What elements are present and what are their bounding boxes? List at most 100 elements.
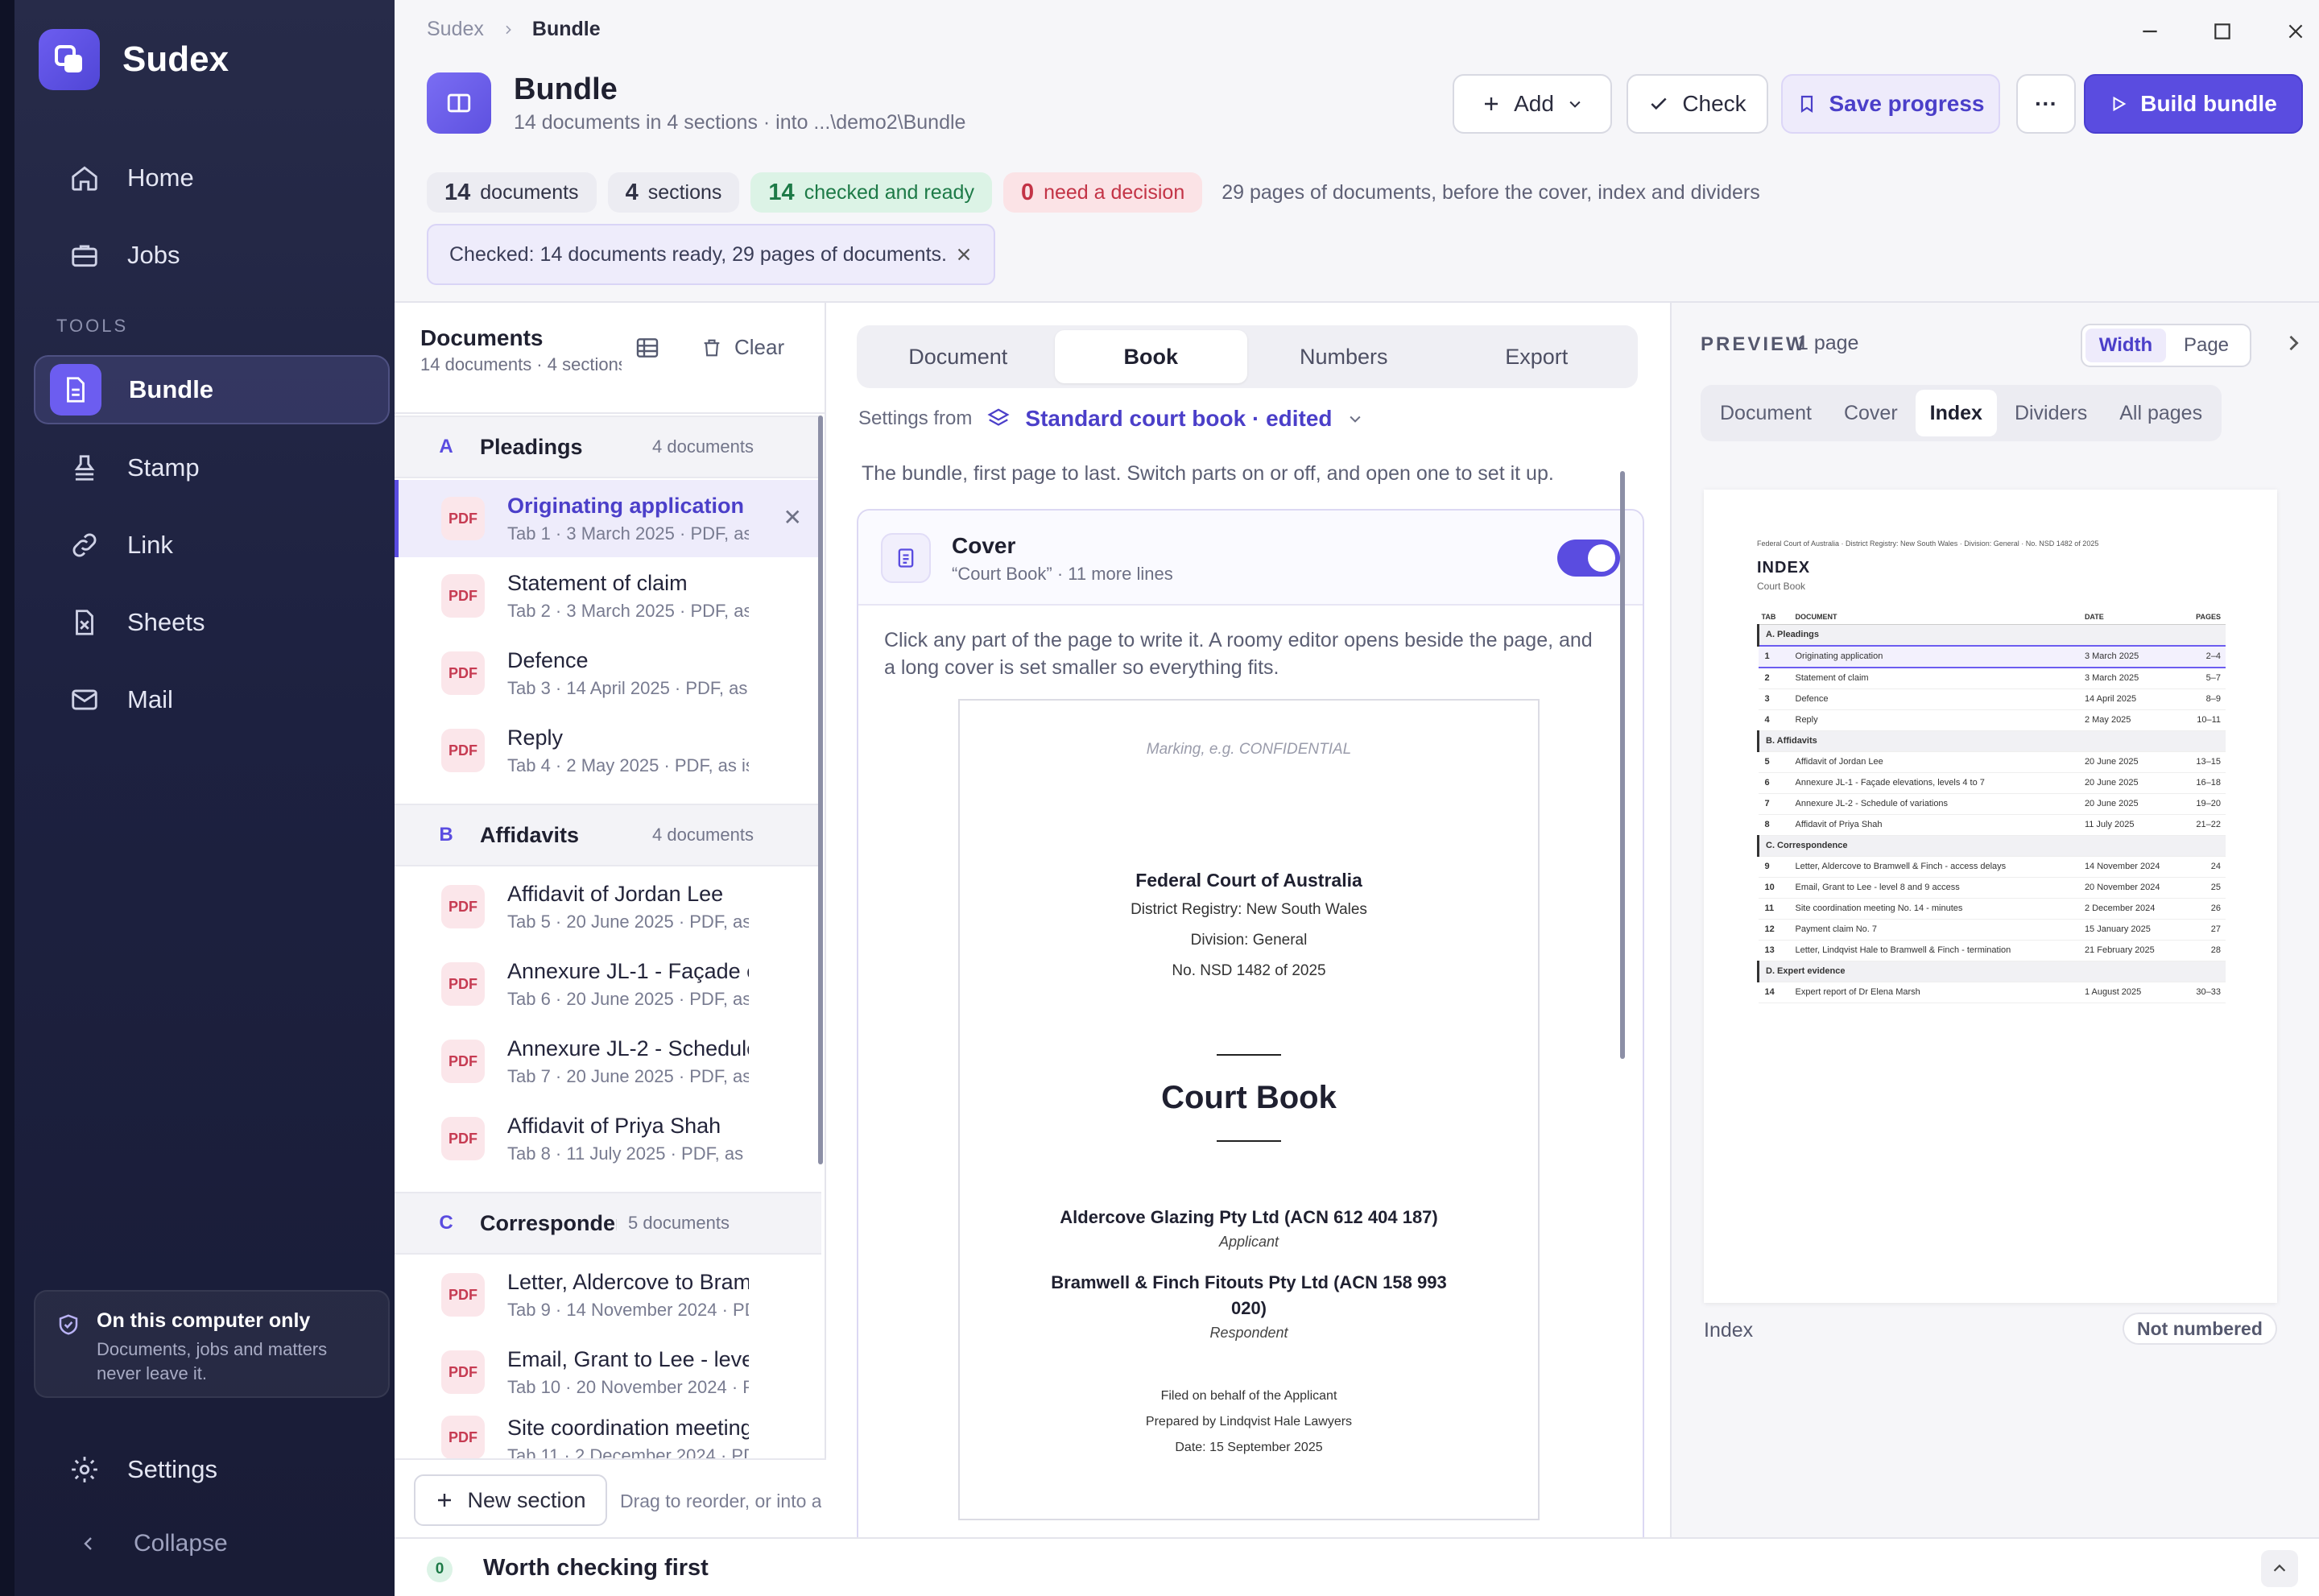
section-name: Correspondence xyxy=(480,1210,617,1235)
index-row: 9 Letter, Aldercove to Bramwell & Finch -… xyxy=(1758,856,2226,878)
index-cell-doc: Defence xyxy=(1795,688,2085,710)
cover-title-field[interactable]: Court Book xyxy=(960,1080,1538,1116)
section-count: 5 documents xyxy=(628,1213,730,1233)
cover-card-header[interactable]: Cover “Court Book” · 11 more lines xyxy=(858,511,1643,606)
collapse-button[interactable]: Collapse xyxy=(34,1530,228,1557)
settings-preset-select[interactable]: Standard court book · edited xyxy=(1025,406,1332,432)
document-row[interactable]: PDF Originating application Tab 1 · 3 Mar… xyxy=(395,480,821,557)
stamp-icon xyxy=(74,455,95,481)
cover-division-field[interactable]: Division: General xyxy=(960,932,1538,949)
preview-tab-index[interactable]: Index xyxy=(1915,390,1997,436)
cover-court-field[interactable]: Federal Court of Australia xyxy=(960,870,1538,891)
document-row[interactable]: PDF Statement of claim Tab 2 · 3 March 20… xyxy=(395,557,821,635)
cover-number-field[interactable]: No. NSD 1482 of 2025 xyxy=(960,962,1538,980)
cover-marking-field[interactable]: Marking, e.g. CONFIDENTIAL xyxy=(960,741,1538,759)
privacy-subtitle-1: Documents, jobs and matters xyxy=(97,1339,328,1359)
cover-respondent-field[interactable]: Bramwell & Finch Fitouts Pty Ltd (ACN 15… xyxy=(960,1270,1538,1321)
tab-export[interactable]: Export xyxy=(1441,330,1634,383)
index-cell-pages: 26 xyxy=(2185,898,2226,920)
index-cell-doc: Site coordination meeting No. 14 - minut… xyxy=(1795,898,2085,920)
chevron-up-icon xyxy=(2273,1564,2286,1572)
sidebar: Sudex Home Jobs TOOLS Bundle Stamp Link … xyxy=(0,0,395,1596)
preview-tab-dividers[interactable]: Dividers xyxy=(2000,390,2102,436)
cover-page-editor[interactable]: Marking, e.g. CONFIDENTIAL Federal Court… xyxy=(958,699,1540,1520)
settings-from: Settings from Standard court book · edit… xyxy=(858,406,1363,432)
nav-sheets[interactable]: Sheets xyxy=(34,588,390,657)
index-cell-pages: 16–18 xyxy=(2185,772,2226,794)
preview-tab-all-pages[interactable]: All pages xyxy=(2105,390,2217,436)
cover-prepared-field[interactable]: Prepared by Lindqvist Hale Lawyers xyxy=(960,1409,1538,1435)
book-scrollbar[interactable] xyxy=(1620,471,1625,1059)
chevron-right-icon[interactable] xyxy=(2282,332,2305,354)
worth-checking-bar[interactable]: 0 Worth checking first xyxy=(395,1537,2319,1596)
breadcrumb-root[interactable]: Sudex xyxy=(427,18,484,41)
document-row[interactable]: PDF Letter, Aldercove to Bramwell & Finc… xyxy=(395,1256,821,1333)
nav-jobs[interactable]: Jobs xyxy=(34,221,390,290)
brand[interactable]: Sudex xyxy=(39,29,229,90)
new-section-button[interactable]: New section xyxy=(414,1474,607,1526)
index-cell-date: 3 March 2025 xyxy=(2084,668,2186,689)
index-cell-date: 14 April 2025 xyxy=(2084,688,2186,710)
document-row[interactable]: PDF Reply Tab 4 · 2 May 2025 · PDF, as is xyxy=(395,712,821,789)
privacy-note: On this computer only Documents, jobs an… xyxy=(34,1290,390,1398)
window-maximize-icon[interactable] xyxy=(2212,21,2233,42)
document-row[interactable]: PDF Annexure JL-1 - Façade elevations Tab… xyxy=(395,945,821,1023)
preview-tab-cover[interactable]: Cover xyxy=(1829,390,1912,436)
nav-home[interactable]: Home xyxy=(34,143,390,213)
document-row[interactable]: PDF Affidavit of Jordan Lee Tab 5 · 20 Ju… xyxy=(395,868,821,945)
close-icon[interactable] xyxy=(955,246,973,263)
document-row[interactable]: PDF Defence Tab 3 · 14 April 2025 · PDF, … xyxy=(395,635,821,712)
section-row-c[interactable]: C Correspondence 5 documents xyxy=(395,1192,821,1255)
chevron-down-icon[interactable] xyxy=(1347,411,1363,427)
nav-stamp[interactable]: Stamp xyxy=(34,433,390,502)
check-button[interactable]: Check xyxy=(1627,74,1768,134)
preview-tab-document[interactable]: Document xyxy=(1705,390,1826,436)
cover-date-field[interactable]: Date: 15 September 2025 xyxy=(960,1435,1538,1461)
index-cell-tab: 9 xyxy=(1758,856,1796,878)
index-preview-page: Federal Court of Australia · District Re… xyxy=(1704,490,2277,1303)
document-row[interactable]: PDF Annexure JL-2 - Schedule of variatio… xyxy=(395,1023,821,1100)
nav-settings[interactable]: Settings xyxy=(34,1435,390,1504)
remove-document-icon[interactable]: ✕ xyxy=(783,504,802,531)
checkmark-icon xyxy=(1651,97,1667,110)
nav-mail-label: Mail xyxy=(127,685,173,713)
save-progress-button[interactable]: Save progress xyxy=(1781,74,2000,134)
zoom-page-button[interactable]: Page xyxy=(2166,329,2247,362)
tab-book[interactable]: Book xyxy=(1054,330,1247,383)
nav-link[interactable]: Link xyxy=(34,511,390,580)
cover-applicant-role[interactable]: Applicant xyxy=(960,1234,1538,1251)
cover-registry-field[interactable]: District Registry: New South Wales xyxy=(960,901,1538,919)
document-row[interactable]: PDF Email, Grant to Lee - level 8 and 9 … xyxy=(395,1333,821,1411)
document-row[interactable]: PDF Affidavit of Priya Shah Tab 8 · 11 Ju… xyxy=(395,1100,821,1177)
tab-numbers[interactable]: Numbers xyxy=(1247,330,1441,383)
expand-button[interactable] xyxy=(2261,1550,2298,1587)
documents-scrollbar[interactable] xyxy=(818,416,823,1164)
index-cell-tab: 8 xyxy=(1758,814,1796,836)
zoom-width-button[interactable]: Width xyxy=(2085,329,2166,362)
cover-filed-field[interactable]: Filed on behalf of the Applicant xyxy=(960,1383,1538,1409)
nav-bundle[interactable]: Bundle xyxy=(34,355,390,424)
more-options-label: ··· xyxy=(2035,91,2057,116)
document-name: Affidavit of Jordan Lee xyxy=(507,881,724,906)
window-minimize-icon[interactable] xyxy=(2139,21,2160,42)
document-row[interactable]: PDF Site coordination meeting No. 14 - m… xyxy=(395,1411,821,1459)
chevron-down-icon xyxy=(1569,101,1581,108)
cover-respondent-role[interactable]: Respondent xyxy=(960,1325,1538,1342)
index-cell-doc: Letter, Lindqvist Hale to Bramwell & Fin… xyxy=(1795,940,2085,961)
clear-button[interactable]: Clear xyxy=(701,335,784,360)
section-row-a[interactable]: A Pleadings 4 documents xyxy=(395,416,821,478)
pdf-icon: PDF xyxy=(441,1273,485,1317)
more-options-button[interactable]: ··· xyxy=(2016,74,2076,134)
add-button[interactable]: Add xyxy=(1453,74,1612,134)
checked-banner-text: Checked: 14 documents ready, 29 pages of… xyxy=(449,242,947,266)
nav-mail[interactable]: Mail xyxy=(34,665,390,734)
window-close-icon[interactable] xyxy=(2285,21,2306,42)
plus-icon xyxy=(1485,97,1498,110)
index-cell-pages: 2–4 xyxy=(2185,645,2226,668)
table-view-icon[interactable] xyxy=(635,335,660,361)
tab-document[interactable]: Document xyxy=(862,330,1055,383)
cover-toggle[interactable] xyxy=(1557,540,1620,577)
build-bundle-button[interactable]: Build bundle xyxy=(2084,74,2303,134)
cover-applicant-field[interactable]: Aldercove Glazing Pty Ltd (ACN 612 404 1… xyxy=(960,1205,1538,1230)
section-row-b[interactable]: B Affidavits 4 documents xyxy=(395,804,821,866)
